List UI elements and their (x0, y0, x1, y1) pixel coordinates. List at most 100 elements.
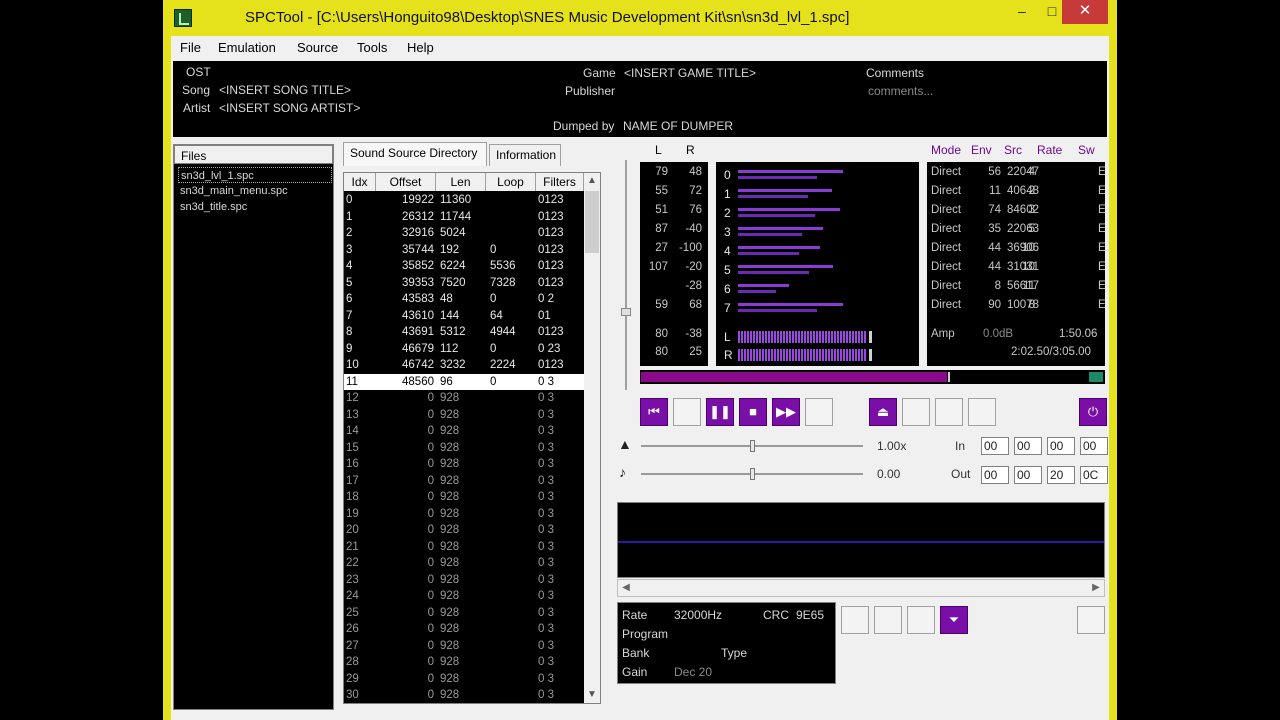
table-row[interactable]: 29 0 928 0 3 (344, 671, 584, 688)
table-row[interactable]: 30 0 928 0 3 (344, 687, 584, 704)
pitch-slider-knob[interactable] (750, 468, 755, 480)
volume-slider-knob[interactable] (621, 308, 631, 316)
scroll-thumb[interactable] (585, 191, 599, 253)
in-time-field[interactable]: 00 (1014, 437, 1042, 455)
out-time-field[interactable]: 00 (1014, 466, 1042, 484)
window-title: SPCTool - [C:\Users\Honguito98\Desktop\S… (245, 9, 850, 26)
song-artist[interactable]: <INSERT SONG ARTIST> (219, 101, 360, 115)
scroll-up-icon[interactable]: ▲ (584, 173, 600, 189)
waveform-view[interactable] (617, 502, 1105, 578)
record-button[interactable] (902, 398, 930, 426)
sample-prev-button[interactable] (841, 606, 869, 634)
table-row[interactable]: 28 0 928 0 3 (344, 654, 584, 671)
sample-download-button[interactable]: ⏷ (940, 606, 968, 634)
table-row[interactable]: 12 0 928 0 3 (344, 390, 584, 407)
speed-slider-knob[interactable] (750, 440, 755, 452)
table-row[interactable]: 9 46679 112 0 0 23 (344, 341, 584, 358)
options-button[interactable] (968, 398, 996, 426)
table-row[interactable]: 21 0 928 0 3 (344, 539, 584, 556)
table-row[interactable]: 13 0 928 0 3 (344, 407, 584, 424)
close-button[interactable]: ✕ (1062, 0, 1108, 24)
table-row[interactable]: 1 26312 11744 0123 (344, 209, 584, 226)
scroll-right-icon[interactable]: ▶ (1088, 580, 1104, 596)
file-item[interactable]: sn3d_title.spc (178, 199, 332, 215)
file-item[interactable]: sn3d_lvl_1.spc (178, 167, 332, 183)
previous-button[interactable]: ⏮ (640, 398, 668, 426)
in-time-field[interactable]: 00 (981, 437, 1009, 455)
table-row[interactable]: 2 32916 5024 0123 (344, 225, 584, 242)
file-item[interactable]: sn3d_main_menu.spc (178, 183, 332, 199)
pitch-slider[interactable] (641, 466, 863, 482)
table-cell: 928 (440, 606, 460, 619)
menu-file[interactable]: File (180, 40, 201, 55)
table-row[interactable]: 22 0 928 0 3 (344, 555, 584, 572)
table-cell: 7 (346, 309, 353, 322)
song-progress[interactable] (640, 370, 1105, 384)
table-row[interactable]: 5 39353 7520 7328 0123 (344, 275, 584, 292)
out-time-field[interactable]: 00 (981, 466, 1009, 484)
table-row[interactable]: 0 19922 11360 0123 (344, 192, 584, 209)
table-row[interactable]: 27 0 928 0 3 (344, 638, 584, 655)
scroll-left-icon[interactable]: ◀ (618, 580, 634, 596)
menu-tools[interactable]: Tools (357, 40, 387, 55)
pause-button[interactable]: ❚❚ (706, 398, 734, 426)
col-loop[interactable]: Loop (486, 173, 536, 191)
menu-source[interactable]: Source (297, 40, 338, 55)
table-row[interactable]: 4 35852 6224 5536 0123 (344, 258, 584, 275)
eject-button[interactable]: ⏏ (869, 398, 897, 426)
table-row[interactable]: 15 0 928 0 3 (344, 440, 584, 457)
comments-field[interactable]: comments... (868, 84, 933, 98)
sample-play-button[interactable] (874, 606, 902, 634)
table-row[interactable]: 19 0 928 0 3 (344, 506, 584, 523)
speed-slider[interactable] (641, 438, 863, 454)
table-row[interactable]: 16 0 928 0 3 (344, 456, 584, 473)
table-row[interactable]: 11 48560 96 0 0 3 (344, 373, 584, 390)
in-time-field[interactable]: 00 (1080, 437, 1108, 455)
out-time-field[interactable]: 0C (1080, 466, 1108, 484)
minimize-button[interactable]: – (1006, 0, 1038, 24)
table-row[interactable]: 24 0 928 0 3 (344, 588, 584, 605)
menu-emulation[interactable]: Emulation (218, 40, 276, 55)
table-row[interactable]: 8 43691 5312 4944 0123 (344, 324, 584, 341)
scroll-down-icon[interactable]: ▼ (584, 687, 600, 703)
app-icon[interactable] (174, 9, 192, 27)
dumper-name[interactable]: NAME OF DUMPER (623, 119, 733, 133)
col-filters[interactable]: Filters (536, 173, 584, 191)
fast-forward-button[interactable]: ▶▶ (772, 398, 800, 426)
waveform-scrollbar[interactable]: ◀ ▶ (617, 579, 1105, 597)
col-len[interactable]: Len (436, 173, 486, 191)
tab-information[interactable]: Information (489, 144, 561, 166)
in-time-field[interactable]: 00 (1047, 437, 1075, 455)
mute-button[interactable] (935, 398, 963, 426)
menu-help[interactable]: Help (407, 40, 434, 55)
voice-mode-cell: Direct (931, 299, 962, 311)
col-offset[interactable]: Offset (376, 173, 436, 191)
next-button[interactable] (805, 398, 833, 426)
table-row[interactable]: 10 46742 3232 2224 0123 (344, 357, 584, 374)
power-button[interactable]: ⏻ (1079, 398, 1107, 426)
table-cell: 0 (346, 194, 353, 206)
table-row[interactable]: 7 43610 144 64 01 (344, 308, 584, 325)
table-row[interactable]: 26 0 928 0 3 (344, 621, 584, 638)
game-title[interactable]: <INSERT GAME TITLE> (624, 66, 756, 80)
source-scrollbar[interactable]: ▲ ▼ (584, 173, 600, 703)
table-row[interactable]: 23 0 928 0 3 (344, 572, 584, 589)
lr-right-value: -28 (685, 280, 702, 292)
table-row[interactable]: 20 0 928 0 3 (344, 522, 584, 539)
rewind-button[interactable] (673, 398, 701, 426)
table-row[interactable]: 6 43583 48 0 0 2 (344, 291, 584, 308)
table-row[interactable]: 25 0 928 0 3 (344, 605, 584, 622)
table-row[interactable]: 14 0 928 0 3 (344, 423, 584, 440)
stop-button[interactable]: ■ (739, 398, 767, 426)
volume-slider[interactable] (621, 160, 631, 390)
col-idx[interactable]: Idx (344, 173, 376, 191)
table-row[interactable]: 18 0 928 0 3 (344, 489, 584, 506)
out-time-field[interactable]: 20 (1047, 466, 1075, 484)
song-title[interactable]: <INSERT SONG TITLE> (219, 83, 351, 97)
tab-sound-source-directory[interactable]: Sound Source Directory (343, 142, 487, 166)
table-row[interactable]: 3 35744 192 0 0123 (344, 242, 584, 259)
sample-stop-button[interactable] (907, 606, 935, 634)
sample-extra-button[interactable] (1077, 606, 1105, 634)
table-row[interactable]: 17 0 928 0 3 (344, 473, 584, 490)
table-cell: 10 (346, 359, 359, 371)
